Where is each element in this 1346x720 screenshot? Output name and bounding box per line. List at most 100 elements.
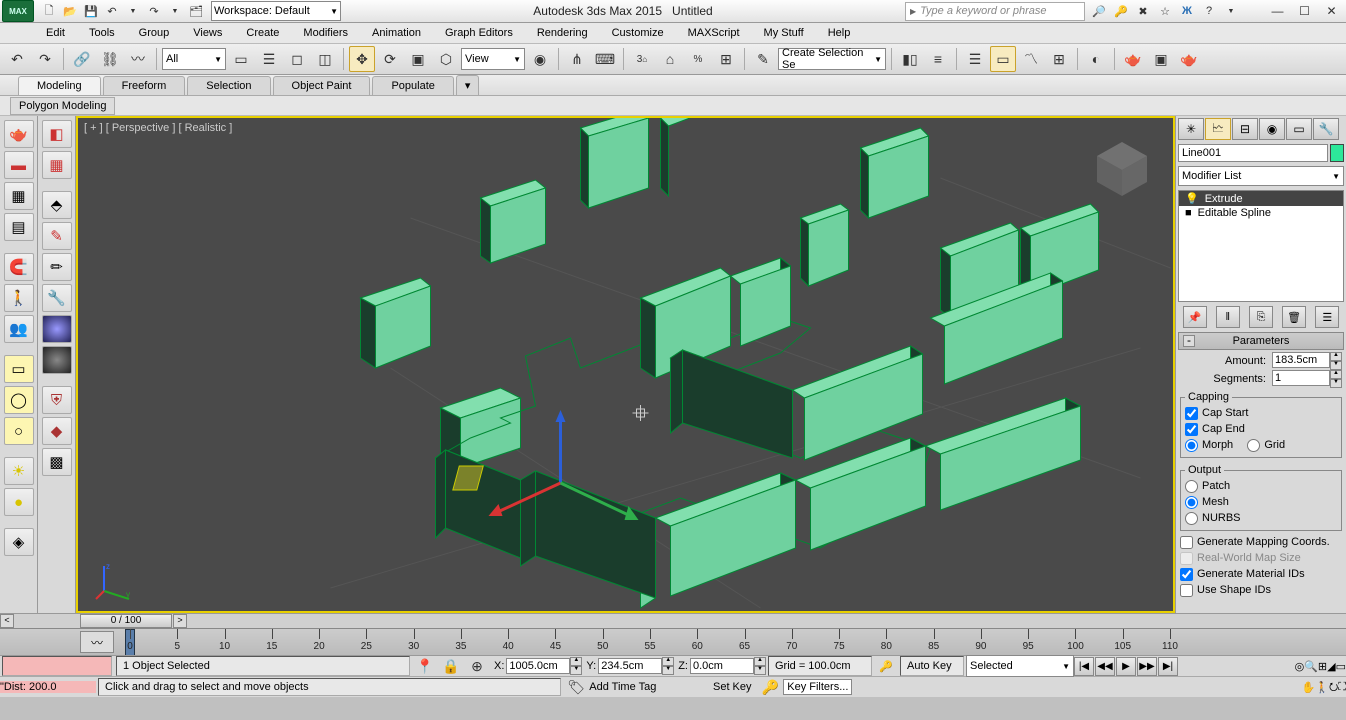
show-end-result-button[interactable]: ‖ [1216, 306, 1240, 328]
menu-graph-editors[interactable]: Graph Editors [433, 25, 525, 41]
teapot-icon[interactable]: 🫖 [4, 120, 34, 148]
remove-modifier-button[interactable]: 🗑 [1282, 306, 1306, 328]
edit-selection-set-button[interactable]: ✎ [750, 46, 776, 72]
timeline-ruler[interactable]: 〰 05101520253035404550556065707580859095… [0, 628, 1346, 655]
object-color-swatch[interactable] [1330, 144, 1344, 162]
hierarchy-tab-icon[interactable]: ⊟ [1232, 118, 1258, 140]
redo-icon[interactable]: ↷ [144, 1, 164, 21]
y-input[interactable] [598, 658, 662, 674]
menu-create[interactable]: Create [234, 25, 291, 41]
cap-start-checkbox[interactable] [1185, 407, 1198, 420]
mini-curve-editor-button[interactable]: 〰 [80, 631, 114, 653]
segments-up-icon[interactable]: ▲ [1330, 370, 1342, 379]
menu-maxscript[interactable]: MAXScript [676, 25, 752, 41]
prim-ellipse-icon[interactable]: ◯ [4, 386, 34, 414]
stack-editable-spline[interactable]: ■Editable Spline [1179, 206, 1343, 220]
light-icon[interactable]: ☀ [4, 457, 34, 485]
undo-drop-icon[interactable]: ▼ [123, 1, 143, 21]
toggle-ribbon-button[interactable]: ▭ [990, 46, 1016, 72]
menu-rendering[interactable]: Rendering [525, 25, 600, 41]
gen-material-ids-checkbox[interactable] [1180, 568, 1193, 581]
motion-tab-icon[interactable]: ◉ [1259, 118, 1285, 140]
menu-customize[interactable]: Customize [600, 25, 676, 41]
set-key-button[interactable]: Set Key [707, 681, 757, 693]
named-selection-dropdown[interactable]: Create Selection Se▼ [778, 48, 886, 70]
sphere-icon[interactable]: ● [42, 315, 72, 343]
select-scale-button[interactable]: ▣ [405, 46, 431, 72]
crowd-icon[interactable]: 👥 [4, 315, 34, 343]
viewport[interactable]: [ + ] [ Perspective ] [ Realistic ] [76, 116, 1175, 613]
window-crossing-button[interactable]: ◫ [312, 46, 338, 72]
parameters-rollout-header[interactable]: Parameters [1178, 332, 1344, 350]
polygon-modeling-panel[interactable]: Polygon Modeling [10, 97, 115, 115]
open-icon[interactable]: 📂 [60, 1, 80, 21]
prim-circle-icon[interactable]: ○ [4, 417, 34, 445]
spinner-snap-button[interactable]: ⊞ [713, 46, 739, 72]
save-icon[interactable]: 💾 [81, 1, 101, 21]
unlink-button[interactable]: ⛓ [97, 46, 123, 72]
cat-icon[interactable]: ⬘ [42, 191, 72, 219]
prev-frame-button[interactable]: ◀◀ [1095, 657, 1115, 676]
morph-radio[interactable] [1185, 439, 1198, 452]
help-icon[interactable]: ? [1199, 1, 1219, 21]
viewcube-icon[interactable] [1087, 134, 1157, 204]
cat4-icon[interactable]: 🔧 [42, 284, 72, 312]
time-slider[interactable]: 0 / 100 [80, 614, 172, 628]
ref-coord-dropdown[interactable]: View▼ [461, 48, 525, 70]
cap-end-checkbox[interactable] [1185, 423, 1198, 436]
segments-input[interactable] [1272, 370, 1330, 386]
play-button[interactable]: ▶ [1116, 657, 1136, 676]
community-icon[interactable]: Ж [1177, 1, 1197, 21]
percent-snap-button[interactable]: % [685, 46, 711, 72]
select-by-name-button[interactable]: ☰ [256, 46, 282, 72]
rendered-frame-button[interactable]: ▣ [1148, 46, 1174, 72]
close-button[interactable]: ✕ [1319, 3, 1344, 20]
tab-object-paint[interactable]: Object Paint [273, 76, 371, 95]
new-icon[interactable]: 🗋 [39, 1, 59, 21]
display-tab-icon[interactable]: ▭ [1286, 118, 1312, 140]
use-shape-ids-checkbox[interactable] [1180, 584, 1193, 597]
z-input[interactable] [690, 658, 754, 674]
tab-selection[interactable]: Selection [187, 76, 270, 95]
undo-icon[interactable]: ↶ [102, 1, 122, 21]
pin-stack-button[interactable]: 📌 [1183, 306, 1207, 328]
tab-freeform[interactable]: Freeform [103, 76, 186, 95]
shield-icon[interactable]: ⛨ [42, 386, 72, 414]
search-input[interactable]: Type a keyword or phrase [905, 2, 1085, 21]
object-name-input[interactable] [1178, 144, 1328, 162]
comm-center-icon[interactable]: 🔑 [874, 660, 898, 673]
select-place-button[interactable]: ⬡ [433, 46, 459, 72]
magnet-icon[interactable]: 🧲 [4, 253, 34, 281]
menu-modifiers[interactable]: Modifiers [291, 25, 360, 41]
isolate-icon[interactable]: ◎ [1295, 660, 1305, 673]
ribbon-toggle-button[interactable]: ▾ [456, 75, 480, 95]
goto-end-button[interactable]: ▶| [1158, 657, 1178, 676]
add-time-tag-button[interactable]: Add Time Tag [589, 681, 677, 693]
schematic-view-button[interactable]: ⊞ [1046, 46, 1072, 72]
manipulate-button[interactable]: ⋔ [564, 46, 590, 72]
amount-down-icon[interactable]: ▼ [1330, 361, 1342, 370]
tab-modeling[interactable]: Modeling [18, 76, 101, 95]
select-move-button[interactable]: ✥ [349, 46, 375, 72]
tab-populate[interactable]: Populate [372, 76, 453, 95]
redo-drop-icon[interactable]: ▼ [165, 1, 185, 21]
menu-tools[interactable]: Tools [77, 25, 127, 41]
undo-button[interactable]: ↶ [4, 46, 30, 72]
selection-filter-dropdown[interactable]: All▼ [162, 48, 226, 70]
subscription-icon[interactable]: 🔑 [1111, 1, 1131, 21]
project-icon[interactable]: 🗂 [186, 1, 206, 21]
modifier-stack[interactable]: 💡Extrude ■Editable Spline [1178, 190, 1344, 302]
app-logo-icon[interactable]: MAX [2, 0, 34, 22]
maximize-button[interactable]: ☐ [1292, 3, 1317, 20]
light2-icon[interactable]: ● [4, 488, 34, 516]
grid-radio[interactable] [1247, 439, 1260, 452]
redo-button[interactable]: ↷ [32, 46, 58, 72]
workspace-dropdown[interactable]: Workspace: Default▼ [211, 1, 341, 21]
menu-my-stuff[interactable]: My Stuff [752, 25, 816, 41]
segments-down-icon[interactable]: ▼ [1330, 379, 1342, 388]
script-listener[interactable] [2, 656, 112, 676]
lock-icon[interactable]: 🔒 [438, 653, 464, 679]
minimize-button[interactable]: — [1265, 3, 1290, 20]
mirror-button[interactable]: ▮▯ [897, 46, 923, 72]
auto-key-button[interactable]: Auto Key [900, 656, 964, 676]
